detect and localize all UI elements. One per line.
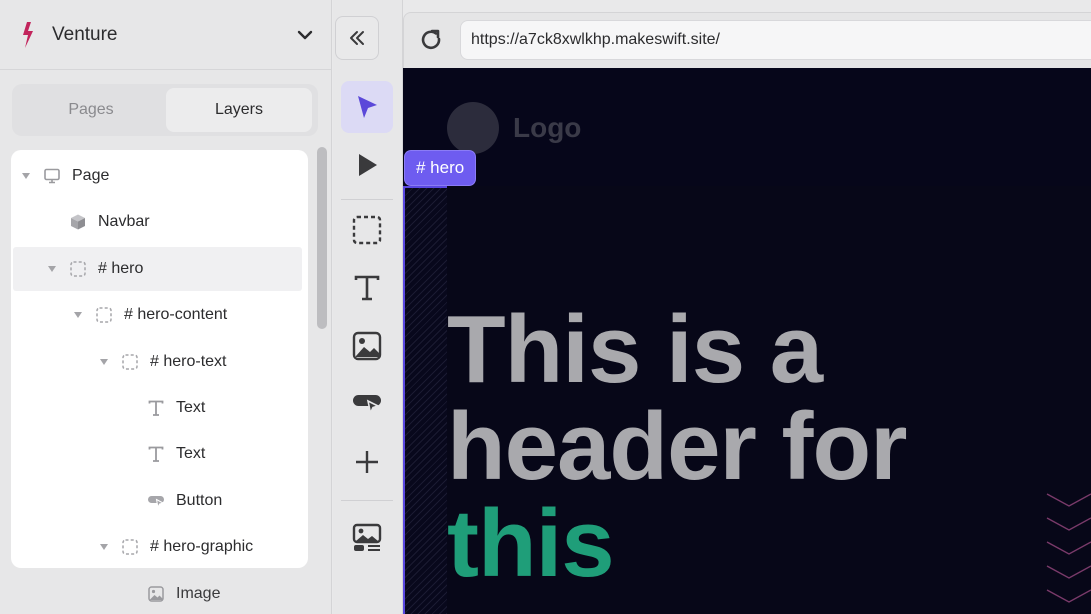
components-button[interactable] [341,512,393,564]
layer-row[interactable]: # hero-content [11,293,308,337]
text-tool-icon [354,275,380,301]
layer-row[interactable]: Page [11,154,308,198]
tab-pages[interactable]: Pages [18,88,164,132]
image-tool-button[interactable] [341,320,393,372]
hero-heading-accent: this [447,490,615,597]
layer-label: # hero-graphic [150,538,254,556]
box-dashed-icon [122,539,138,555]
toolbar-divider [341,199,393,200]
button-tool-button[interactable] [341,378,393,430]
image-tool-icon [352,331,382,361]
caret-down-icon[interactable] [100,358,108,365]
text-icon [148,400,164,416]
hero-heading-line-1: This is a [447,296,823,403]
button-icon [148,495,165,510]
layers-scrollbar[interactable] [317,147,327,329]
layer-label: Navbar [98,213,150,231]
site-name: Venture [52,24,118,45]
chevron-down-icon[interactable] [296,28,314,42]
url-input[interactable]: https://a7ck8xwlkhp.makeswift.site/ [460,20,1091,60]
text-tool-button[interactable] [341,262,393,314]
tool-bar [333,0,403,614]
left-panel: Venture Pages Layers Page Navbar # hero # h… [0,0,332,614]
layer-row[interactable]: Image [11,572,308,614]
layer-row[interactable]: Navbar [11,200,308,244]
preview-tool-button[interactable] [341,139,393,191]
selected-element-badge[interactable]: # hero [405,151,476,185]
layer-label: # hero-content [124,306,228,324]
layer-label: # hero-text [150,352,227,370]
logo-mark [447,102,499,154]
layer-label: Page [72,167,110,184]
pointer-icon [358,96,377,118]
hero-heading[interactable]: This is a header for this [447,301,1087,592]
layer-row[interactable]: # hero-graphic [11,525,308,568]
layer-row[interactable]: # hero [13,246,302,291]
text-icon [148,446,164,463]
chevron-pattern-graphic [1046,493,1091,603]
tab-layers[interactable]: Layers [166,88,312,132]
box-dashed-icon [70,261,86,277]
browser-bar: https://a7ck8xwlkhp.makeswift.site/ [403,12,1091,68]
play-icon [359,154,377,176]
toolbar-divider [341,500,393,501]
layer-label: # hero [98,259,144,277]
collapse-panel-button[interactable] [335,16,379,60]
layer-row[interactable]: Button [11,479,308,523]
caret-down-icon[interactable] [74,312,82,319]
reload-icon[interactable] [418,27,444,53]
button-tool-icon [353,395,381,416]
panel-tabs: Pages Layers [12,84,318,136]
layer-label: Button [176,491,223,509]
double-chevron-left-icon [350,31,364,45]
layers-tree: Page Navbar # hero # hero-content # hero-tex… [11,150,308,568]
layer-label: Text [176,399,206,416]
box-dashed-icon [96,307,112,323]
plus-icon [356,451,378,473]
component-icon [352,523,382,551]
caret-down-icon[interactable] [100,544,108,551]
select-tool-button[interactable] [341,81,393,133]
layer-label: Image [176,585,221,602]
logo-text: Logo [513,112,582,143]
caret-down-icon[interactable] [22,173,30,179]
box-dashed-icon [122,353,138,370]
site-canvas[interactable]: Logo # hero This is a header for this [403,68,1091,614]
image-icon [148,586,164,602]
add-element-button[interactable] [341,436,393,488]
layer-row[interactable]: # hero-text [11,340,308,384]
site-switcher[interactable]: Venture [0,0,331,70]
layer-row[interactable]: Text [11,386,308,430]
bolt-icon [23,22,33,48]
cube-icon [71,214,85,230]
box-tool-button[interactable] [341,204,393,256]
monitor-icon [44,168,60,184]
box-select-icon [352,215,382,245]
layer-row[interactable]: Text [11,432,308,476]
layer-label: Text [176,445,206,463]
hero-heading-line-2: header for [447,393,907,500]
caret-down-icon[interactable] [48,265,56,272]
